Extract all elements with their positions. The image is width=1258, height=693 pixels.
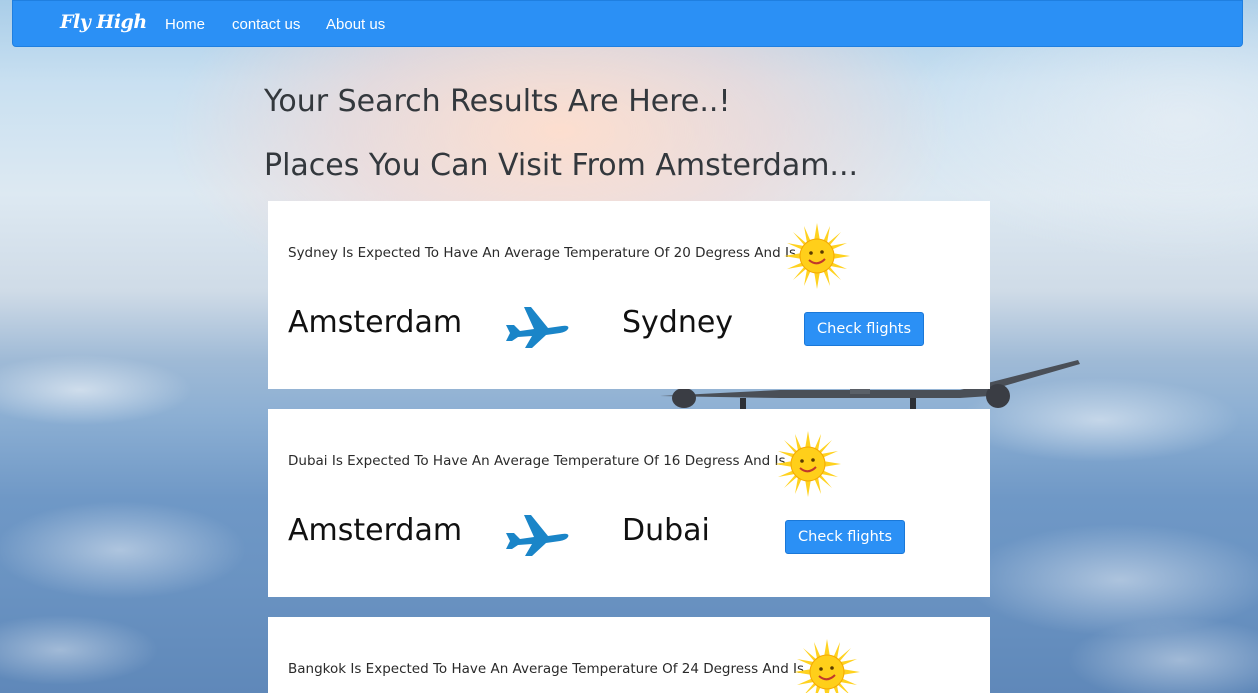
forecast-text: Bangkok Is Expected To Have An Average T… xyxy=(288,661,805,677)
nav-contact-us[interactable]: contact us xyxy=(232,16,300,33)
nav-about-us[interactable]: About us xyxy=(326,16,385,33)
sun-icon xyxy=(784,223,850,289)
airplane-icon xyxy=(506,515,569,556)
places-heading: Places You Can Visit From Amsterdam... xyxy=(264,148,859,183)
origin-city: Amsterdam xyxy=(288,305,463,340)
sun-icon xyxy=(794,639,860,693)
result-card: Sydney Is Expected To Have An Average Te… xyxy=(268,201,990,389)
destination-city: Sydney xyxy=(622,305,734,340)
result-card: Bangkok Is Expected To Have An Average T… xyxy=(268,617,990,693)
airplane-icon xyxy=(506,307,569,348)
check-flights-button[interactable]: Check flights xyxy=(785,520,906,554)
nav-home[interactable]: Home xyxy=(165,16,205,33)
forecast-text: Dubai Is Expected To Have An Average Tem… xyxy=(288,453,786,469)
brand-logo[interactable]: Fly High xyxy=(60,11,147,33)
results-heading: Your Search Results Are Here..! xyxy=(264,84,731,119)
sun-icon xyxy=(775,431,841,497)
check-flights-button[interactable]: Check flights xyxy=(804,312,925,346)
destination-city: Dubai xyxy=(622,513,710,548)
top-navbar: Fly High Home contact us About us xyxy=(12,0,1243,47)
forecast-text: Sydney Is Expected To Have An Average Te… xyxy=(288,245,796,261)
result-card: Dubai Is Expected To Have An Average Tem… xyxy=(268,409,990,597)
origin-city: Amsterdam xyxy=(288,513,463,548)
